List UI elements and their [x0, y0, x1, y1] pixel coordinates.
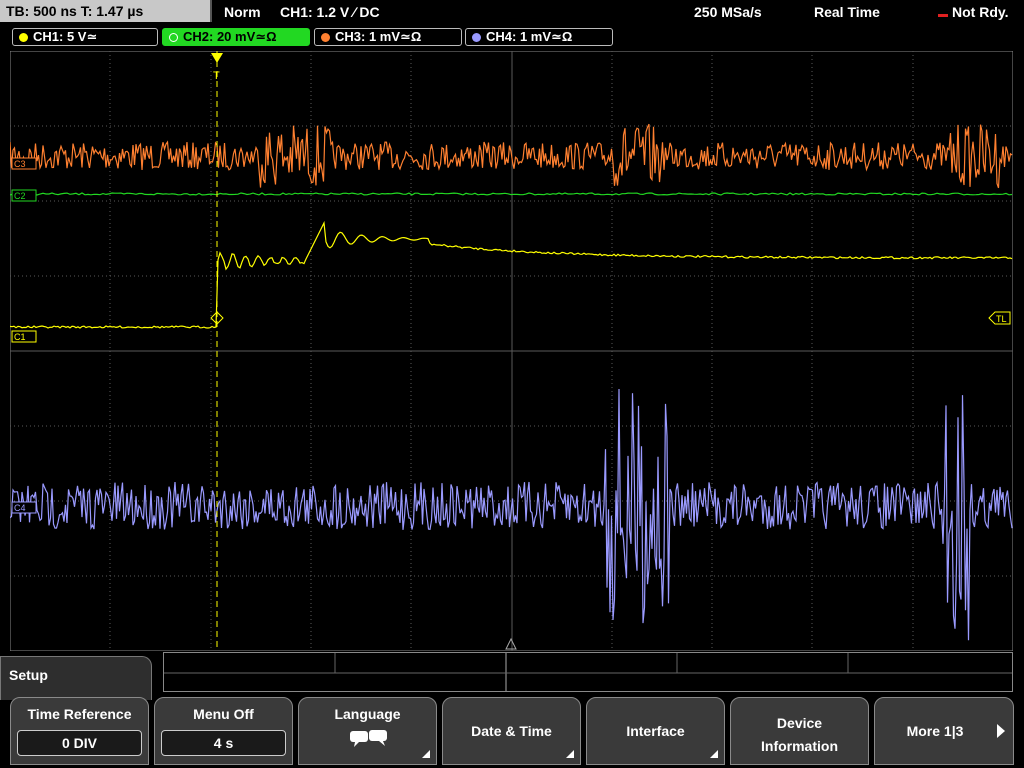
menu-title: Setup: [9, 667, 48, 683]
status-bar: TB: 500 ns T: 1.47 µs Norm CH1: 1.2 V ∕ …: [0, 0, 1024, 24]
more-button[interactable]: More 1|3: [874, 697, 1014, 765]
timebase-overview-strip: [163, 652, 1013, 692]
ch4-label: CH4: 1 mV≃Ω: [486, 29, 573, 44]
submenu-indicator-icon: [422, 750, 430, 758]
ch2-label: CH2: 20 mV≃Ω: [183, 29, 277, 44]
submenu-indicator-icon: [566, 750, 574, 758]
device-information-button[interactable]: Device Information: [730, 697, 869, 765]
status-indicator: [938, 14, 948, 17]
ch4-ground-marker[interactable]: C4: [11, 501, 37, 514]
ch2-color-dot: [169, 33, 178, 42]
ch1-marker-label: C1: [14, 332, 26, 342]
menu-off-value: 4 s: [161, 730, 286, 756]
interface-button[interactable]: Interface: [586, 697, 725, 765]
language-button[interactable]: Language: [298, 697, 437, 765]
next-page-arrow-icon: [997, 724, 1005, 738]
menu-title-tab: Setup: [0, 656, 152, 700]
language-title: Language: [334, 706, 401, 722]
submenu-indicator-icon: [710, 750, 718, 758]
waveform-canvas: T C3 C2 C1 C4 TL: [9, 50, 1014, 652]
ch1-ground-marker[interactable]: C1: [11, 330, 37, 343]
menu-off-title: Menu Off: [193, 706, 254, 722]
ch4-color-dot: [472, 33, 481, 42]
trigger-level-label: TL: [996, 314, 1007, 324]
language-speech-icon: [350, 730, 387, 747]
interface-title: Interface: [626, 723, 685, 739]
ch1-label: CH1: 5 V≃: [33, 29, 98, 44]
trigger-info[interactable]: CH1: 1.2 V ∕ DC: [280, 0, 380, 24]
channel-tab-ch1[interactable]: CH1: 5 V≃: [12, 28, 158, 46]
ch2-marker-label: C2: [14, 191, 26, 201]
acquisition-mode: Real Time: [814, 4, 880, 20]
channel-tab-ch4[interactable]: CH4: 1 mV≃Ω: [465, 28, 613, 46]
trigger-position-label: T: [213, 70, 220, 82]
ch3-marker-label: C3: [14, 159, 26, 169]
ch3-color-dot: [321, 33, 330, 42]
timebase-readout[interactable]: TB: 500 ns T: 1.47 µs: [0, 0, 212, 22]
acquisition-status: Not Rdy.: [952, 4, 1009, 20]
ch1-color-dot: [19, 33, 28, 42]
date-time-title: Date & Time: [471, 723, 552, 739]
date-time-button[interactable]: Date & Time: [442, 697, 581, 765]
ch3-ground-marker[interactable]: C3: [11, 157, 37, 170]
waveform-display[interactable]: T C3 C2 C1 C4 TL: [9, 50, 1014, 652]
ch2-ground-marker[interactable]: C2: [11, 189, 37, 202]
overview-ticks: [164, 653, 1012, 691]
time-reference-value: 0 DIV: [17, 730, 142, 756]
time-reference-title: Time Reference: [27, 706, 132, 722]
trigger-mode[interactable]: Norm: [224, 0, 261, 24]
sample-rate: 250 MSa/s: [694, 4, 762, 20]
menu-off-button[interactable]: Menu Off 4 s: [154, 697, 293, 765]
ch4-marker-label: C4: [14, 503, 26, 513]
channel-tab-ch3[interactable]: CH3: 1 mV≃Ω: [314, 28, 462, 46]
more-title: More 1|3: [906, 723, 964, 739]
device-information-title: Device Information: [761, 715, 838, 754]
time-reference-button[interactable]: Time Reference 0 DIV: [10, 697, 149, 765]
ch3-label: CH3: 1 mV≃Ω: [335, 29, 422, 44]
channel-tab-ch2[interactable]: CH2: 20 mV≃Ω: [162, 28, 310, 46]
